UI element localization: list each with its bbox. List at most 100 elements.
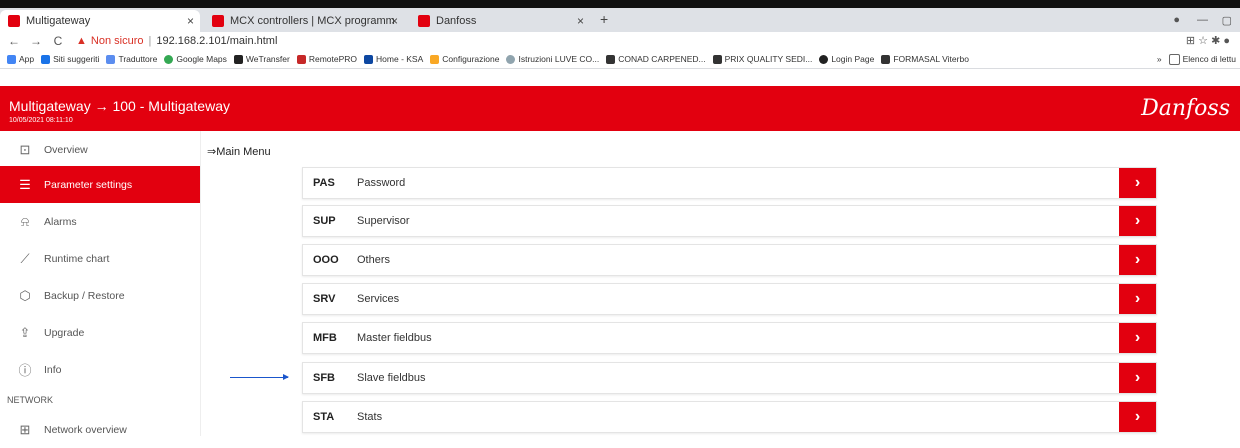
danfoss-favicon-icon [8, 15, 20, 27]
tab-close-icon[interactable]: × [187, 14, 194, 28]
sidebar-item-network-overview[interactable]: ⊞ Network overview [0, 411, 200, 448]
menu-code: SUP [313, 215, 336, 227]
sidebar-item-alarms[interactable]: ⍾ Alarms [0, 203, 200, 240]
extension-icons[interactable]: ⊞ ☆ ✱ ● [1186, 34, 1230, 47]
screen-top-edge [0, 0, 1240, 8]
forward-icon[interactable]: → [28, 34, 44, 48]
bookmark-item[interactable]: Configurazione [430, 54, 499, 64]
bookmark-icon [712, 54, 722, 64]
sidebar-item-info[interactable]: ⓘ Info [0, 351, 200, 388]
star-box-icon: ⊡ [19, 141, 31, 157]
url-text[interactable]: 192.168.2.101/main.html [156, 35, 277, 47]
bookmark-item[interactable]: RemotePRO [296, 54, 357, 64]
bookmark-icon [430, 54, 440, 64]
app-header: Multigateway → 100 - Multigateway 10/05/… [0, 86, 1240, 131]
list-icon: ☰ [19, 176, 31, 192]
chart-icon: ⟋ [20, 250, 30, 266]
open-arrow-button[interactable]: › [1119, 284, 1156, 314]
bookmark-icon [606, 54, 616, 64]
menu-label: Master fieldbus [357, 332, 432, 344]
bookmark-item[interactable]: Home - KSA [364, 54, 423, 64]
tab-close-icon[interactable]: × [391, 14, 398, 28]
tab-title: Danfoss [436, 15, 477, 27]
open-arrow-button[interactable]: › [1119, 245, 1156, 275]
sidebar-item-label: Info [44, 363, 62, 376]
bookmark-item[interactable]: CONAD CARPENED... [606, 54, 706, 64]
bookmark-apps[interactable]: App [7, 54, 34, 64]
bookmark-item[interactable]: FORMASAL Viterbo [881, 54, 969, 64]
warning-icon[interactable]: ▲ [76, 35, 87, 47]
bookmark-icon [819, 54, 829, 64]
menu-row-services[interactable]: SRV Services › [302, 283, 1157, 315]
map-pin-icon [164, 54, 174, 64]
open-arrow-button[interactable]: › [1119, 402, 1156, 432]
bookmark-item[interactable]: Google Maps [164, 54, 227, 64]
menu-label: Services [357, 293, 400, 305]
tab-close-icon[interactable]: × [577, 14, 584, 28]
minimize-icon[interactable]: — [1197, 14, 1208, 26]
browser-tab-strip: Multigateway × MCX controllers | MCX pro… [0, 8, 1240, 32]
reading-list[interactable]: Elenco di lettu [1168, 53, 1236, 65]
bookmark-icon [364, 54, 374, 64]
menu-row-password[interactable]: PAS Password › [302, 167, 1157, 199]
bookmark-icon [296, 54, 306, 64]
menu-row-stats[interactable]: STA Stats › [302, 401, 1157, 433]
sidebar: ⊡ Overview ☰ Parameter settings ⍾ Alarms… [0, 131, 201, 437]
tab-danfoss[interactable]: Danfoss × [410, 10, 590, 32]
open-arrow-button[interactable]: › [1119, 168, 1156, 198]
reload-icon[interactable]: C [50, 34, 66, 48]
breadcrumb[interactable]: ⇒Main Menu [207, 145, 271, 158]
bookmark-item[interactable]: PRIX QUALITY SEDI... [712, 54, 812, 64]
bookmark-item[interactable]: Traduttore [106, 54, 157, 64]
restore-icon[interactable]: ▢ [1222, 14, 1232, 27]
menu-label: Supervisor [357, 215, 410, 227]
open-arrow-button[interactable]: › [1119, 363, 1156, 393]
open-arrow-button[interactable]: › [1119, 206, 1156, 236]
menu-label: Password [357, 177, 406, 189]
bookmark-item[interactable]: WeTransfer [233, 54, 290, 64]
address-bar: ← → C ▲ Non sicuro | 192.168.2.101/main.… [0, 32, 1240, 50]
bookmark-item[interactable]: Login Page [819, 54, 874, 64]
sidebar-item-label: Runtime chart [44, 252, 110, 265]
sidebar-item-backup-restore[interactable]: ⬡ Backup / Restore [0, 277, 200, 314]
menu-row-supervisor[interactable]: SUP Supervisor › [302, 205, 1157, 237]
apps-grid-icon [7, 54, 16, 64]
bookmark-icon [106, 54, 116, 64]
menu-row-slave-fieldbus[interactable]: SFB Slave fieldbus › [302, 362, 1157, 394]
reading-list-icon [1168, 53, 1180, 65]
bell-icon: ⍾ [20, 213, 30, 229]
sidebar-item-upgrade[interactable]: ⇪ Upgrade [0, 314, 200, 351]
upgrade-icon: ⇪ [19, 324, 31, 340]
danfoss-favicon-icon [418, 15, 430, 27]
security-label[interactable]: Non sicuro [91, 35, 144, 47]
divider: | [148, 35, 152, 47]
header-datetime: 10/05/2021 08:11:10 [9, 117, 73, 124]
bookmarks-more[interactable]: » [1157, 54, 1162, 64]
back-icon[interactable]: ← [6, 34, 22, 48]
profile-dot-icon[interactable]: ● [1173, 14, 1180, 26]
menu-code: PAS [313, 177, 335, 189]
box-icon: ⬡ [19, 287, 31, 303]
menu-row-others[interactable]: OOO Others › [302, 244, 1157, 276]
tab-mcx-controllers[interactable]: MCX controllers | MCX programm × [204, 10, 404, 32]
bookmark-item[interactable]: Siti suggeriti [41, 54, 99, 64]
sidebar-item-parameter-settings[interactable]: ☰ Parameter settings [0, 166, 200, 203]
danfoss-logo[interactable]: Danfoss [1141, 96, 1230, 121]
sidebar-item-label: Alarms [44, 215, 77, 228]
bookmarks-bar: App Siti suggeriti Traduttore Google Map… [0, 50, 1240, 69]
menu-label: Stats [357, 411, 383, 423]
menu-label: Others [357, 254, 391, 266]
sidebar-item-runtime-chart[interactable]: ⟋ Runtime chart [0, 240, 200, 277]
sidebar-item-label: Network overview [44, 423, 127, 436]
open-arrow-button[interactable]: › [1119, 323, 1156, 353]
pointer-arrow [230, 374, 289, 380]
tab-title: MCX controllers | MCX programm [230, 15, 395, 27]
sidebar-item-label: Upgrade [44, 326, 85, 339]
menu-row-master-fieldbus[interactable]: MFB Master fieldbus › [302, 322, 1157, 354]
bookmark-icon [233, 54, 243, 64]
tab-multigateway[interactable]: Multigateway × [0, 10, 200, 32]
sidebar-item-label: Overview [44, 143, 88, 156]
new-tab-button[interactable]: + [600, 11, 608, 27]
sidebar-item-overview[interactable]: ⊡ Overview [0, 131, 200, 168]
bookmark-item[interactable]: Istruzioni LUVE CO... [506, 54, 599, 64]
